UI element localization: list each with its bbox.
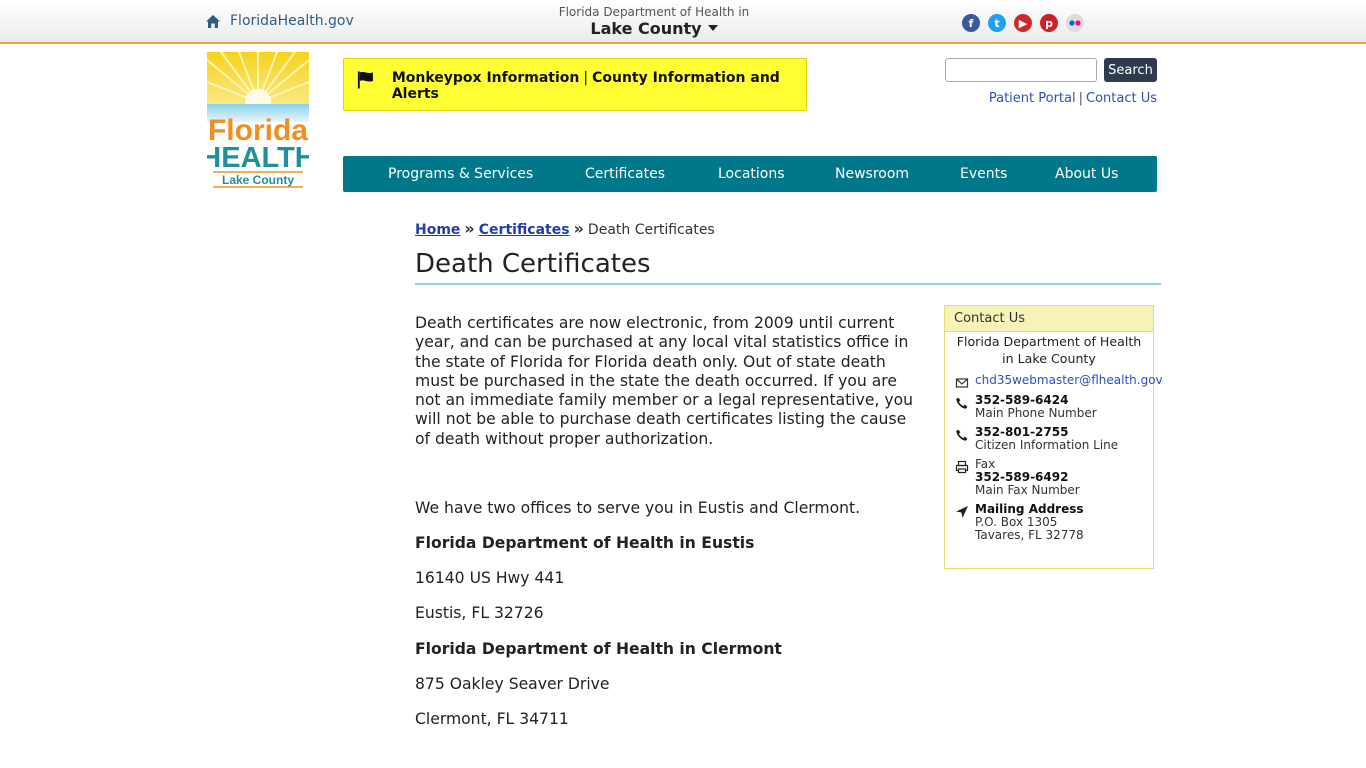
sidebar-phone1-row: 352-589-6424 Main Phone Number: [955, 394, 1097, 420]
office1-street: 16140 US Hwy 441: [415, 569, 565, 587]
nav-locations[interactable]: Locations: [718, 166, 785, 182]
location-arrow-icon: [956, 506, 968, 518]
envelope-icon: [955, 378, 969, 388]
nav-newsroom[interactable]: Newsroom: [835, 166, 909, 182]
florida-health-logo[interactable]: Florida HEALTH Lake County: [200, 51, 316, 188]
caret-down-icon: [707, 25, 718, 31]
top-bar: FloridaHealth.gov Florida Department of …: [0, 0, 1366, 44]
phone-icon: [956, 397, 968, 409]
offices-intro: We have two offices to serve you in Eust…: [415, 499, 861, 517]
intro-paragraph: Death certificates are now electronic, f…: [415, 314, 913, 448]
contact-sidebar: Contact Us Florida Department of Health …: [944, 305, 1163, 569]
breadcrumb-home[interactable]: Home: [415, 222, 460, 238]
sidebar-phone2-row: 352-801-2755 Citizen Information Line: [955, 426, 1118, 452]
office2-name: Florida Department of Health in Clermont: [415, 640, 782, 658]
breadcrumb: Home» Certificates» Death Certificates: [415, 219, 715, 238]
sidebar-phone2-label: Citizen Information Line: [975, 438, 1119, 452]
facebook-icon[interactable]: f: [962, 14, 980, 32]
printer-icon: [955, 460, 969, 474]
logo-text-county: Lake County: [222, 173, 294, 187]
office1-city: Eustis, FL 32726: [415, 604, 544, 622]
sidebar-org-name: Florida Department of Health in Lake Cou…: [956, 334, 1142, 366]
breadcrumb-certificates[interactable]: Certificates: [479, 222, 570, 238]
alert-separator: |: [583, 70, 589, 86]
contact-us-link[interactable]: Contact Us: [1086, 91, 1157, 106]
breadcrumb-separator: »: [464, 219, 475, 238]
social-links: f t ▶ p: [962, 14, 1084, 32]
sidebar-email-link[interactable]: chd35webmaster@flhealth.gov: [975, 374, 1163, 387]
county-name: Lake County: [590, 19, 702, 38]
floridahealth-home-link[interactable]: FloridaHealth.gov: [205, 13, 354, 29]
phone-icon: [956, 429, 968, 441]
utility-separator: |: [1078, 91, 1083, 106]
page-title: Death Certificates: [415, 249, 1161, 285]
flickr-icon[interactable]: [1066, 14, 1084, 32]
office2-city: Clermont, FL 34711: [415, 710, 569, 728]
twitter-icon[interactable]: t: [988, 14, 1006, 32]
youtube-icon[interactable]: ▶: [1014, 14, 1032, 32]
nav-about-us[interactable]: About Us: [1055, 166, 1118, 182]
department-label: Florida Department of Health in: [558, 5, 750, 19]
county-selector[interactable]: Florida Department of Health in Lake Cou…: [540, 4, 768, 38]
sidebar-mail-line2: Tavares, FL 32778: [975, 528, 1084, 542]
nav-programs-services[interactable]: Programs & Services: [388, 166, 533, 182]
main-content: Death certificates are now electronic, f…: [415, 314, 925, 449]
sidebar-fax-label: Main Fax Number: [975, 483, 1080, 497]
search-button[interactable]: Search: [1104, 58, 1157, 82]
sidebar-fax-row: Fax 352-589-6492 Main Fax Number: [955, 458, 1080, 497]
sidebar-email-row: chd35webmaster@flhealth.gov: [955, 374, 1163, 390]
office1-name: Florida Department of Health in Eustis: [415, 534, 755, 552]
logo-text-health: HEALTH: [207, 142, 309, 174]
home-icon: [206, 14, 220, 28]
alert-banner: Monkeypox Information | County Information…: [343, 58, 807, 111]
main-nav: Programs & Services Certificates Locatio…: [343, 156, 1157, 192]
nav-events[interactable]: Events: [960, 166, 1007, 182]
sidebar-mailing-row: Mailing Address P.O. Box 1305 Tavares, FL …: [955, 503, 1084, 542]
flag-icon: [357, 71, 373, 89]
office2-street: 875 Oakley Seaver Drive: [415, 675, 610, 693]
breadcrumb-separator: »: [573, 219, 584, 238]
breadcrumb-current: Death Certificates: [587, 222, 715, 238]
nav-certificates[interactable]: Certificates: [585, 166, 665, 182]
patient-portal-link[interactable]: Patient Portal: [989, 91, 1076, 106]
pinterest-icon[interactable]: p: [1040, 14, 1058, 32]
floridahealth-link-label: FloridaHealth.gov: [230, 13, 354, 29]
monkeypox-info-link[interactable]: Monkeypox Information: [392, 70, 580, 86]
sidebar-heading: Contact Us: [945, 306, 1153, 332]
utility-links: Patient Portal | Contact Us: [989, 91, 1157, 106]
sidebar-phone1-label: Main Phone Number: [975, 406, 1097, 420]
search-input[interactable]: [945, 58, 1097, 82]
